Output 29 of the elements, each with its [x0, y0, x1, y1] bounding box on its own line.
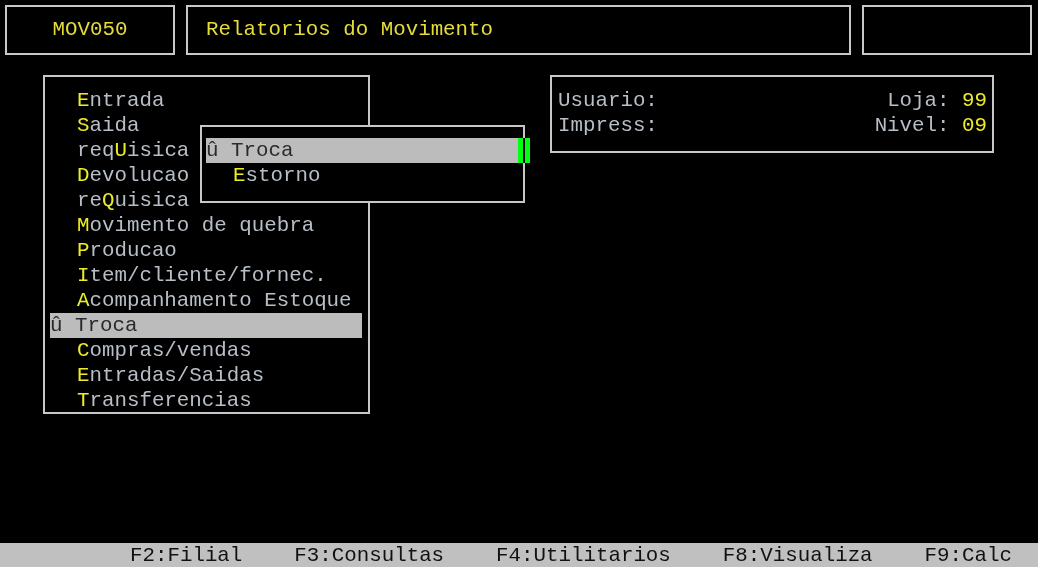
field-value: 09: [962, 113, 987, 138]
field-label: Loja:: [887, 88, 950, 113]
program-code: MOV050: [5, 5, 175, 55]
field-label: Usuario:: [558, 88, 658, 113]
field-label: Impress:: [558, 113, 658, 138]
function-key-label[interactable]: F3:Consultas: [294, 543, 445, 567]
menu-item[interactable]: Saida: [77, 113, 140, 138]
menu-item[interactable]: Acompanhamento Estoque: [77, 288, 352, 313]
function-key-label[interactable]: F2:Filial: [130, 543, 243, 567]
menu-item[interactable]: Transferencias: [77, 388, 252, 413]
function-key-label[interactable]: F9:Calc: [924, 543, 1012, 567]
menu-item[interactable]: Movimento de quebra: [77, 213, 315, 238]
field-label: Nivel:: [874, 113, 950, 138]
function-key-label[interactable]: F4:Utilitarios: [496, 543, 671, 567]
menu-item[interactable]: û Troca: [206, 138, 518, 163]
menu-item[interactable]: Entrada: [77, 88, 165, 113]
menu-item[interactable]: reqUisica: [77, 138, 190, 163]
field-value: 99: [962, 88, 987, 113]
menu-item[interactable]: Estorno: [233, 163, 321, 188]
menu-item[interactable]: Compras/vendas: [77, 338, 252, 363]
menu-item[interactable]: û Troca: [50, 313, 362, 338]
window-title: Relatorios do Movimento: [186, 5, 851, 55]
cursor-marker: [518, 138, 530, 163]
menu-item[interactable]: Entradas/Saidas: [77, 363, 265, 388]
function-key-label[interactable]: F8:Visualiza: [722, 543, 873, 567]
menu-item[interactable]: Devolucao: [77, 163, 190, 188]
menu-item[interactable]: Item/cliente/fornec.: [77, 263, 327, 288]
menu-item[interactable]: reQuisica: [77, 188, 190, 213]
menu-item[interactable]: Producao: [77, 238, 177, 263]
